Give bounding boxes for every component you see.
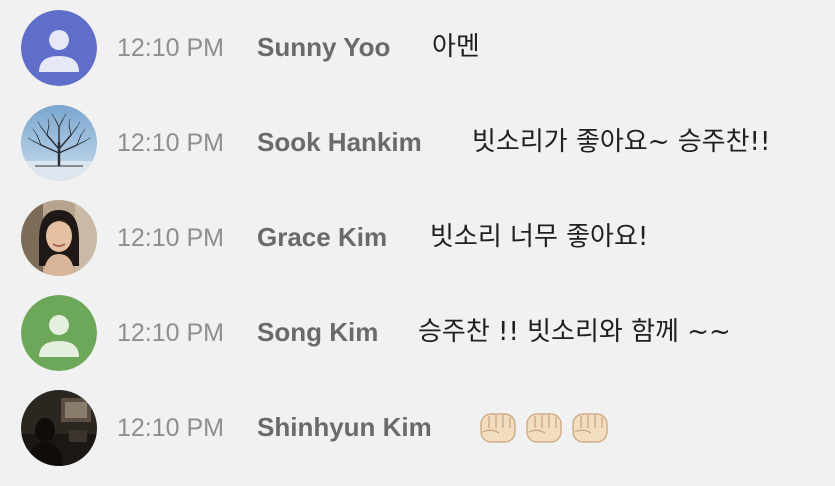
author-name[interactable]: Sook Hankim — [257, 127, 422, 157]
chat-message: 12:10 PM Grace Kim 빗소리 너무 좋아요! — [0, 199, 835, 279]
message-time: 12:10 PM — [117, 34, 225, 62]
fist-emoji — [526, 413, 562, 443]
author-name[interactable]: Grace Kim — [257, 222, 387, 252]
message-text: 빗소리가 좋아요~ 승주찬!! — [472, 127, 771, 157]
message-text: 빗소리 너무 좋아요! — [430, 222, 649, 252]
author-name[interactable]: Song Kim — [257, 317, 378, 347]
dark-room-photo — [21, 390, 97, 466]
message-time: 12:10 PM — [117, 319, 225, 347]
chat-message: 12:10 PM Shinhyun Kim — [0, 389, 835, 469]
fist-emoji — [572, 413, 608, 443]
message-time: 12:10 PM — [117, 224, 225, 252]
author-name[interactable]: Sunny Yoo — [257, 32, 390, 62]
chat-message-list: 12:10 PM Sunny Yoo 아멘 12:10 PM Sook Hank… — [0, 0, 835, 486]
avatar[interactable] — [21, 105, 97, 181]
emoji-group — [477, 408, 611, 446]
chat-message: 12:10 PM Song Kim 승주찬 !! 빗소리와 함께 ~~ — [0, 294, 835, 374]
fist-emoji — [480, 413, 516, 443]
message-text: 승주찬 !! 빗소리와 함께 ~~ — [418, 317, 731, 347]
message-text: 아멘 — [432, 32, 480, 62]
chat-message: 12:10 PM Sunny Yoo 아멘 — [0, 9, 835, 89]
default-person-blue-icon — [21, 10, 97, 86]
chat-message: 12:10 PM Sook Hankim 빗소리가 좋아요~ 승주찬!! — [0, 104, 835, 184]
avatar[interactable] — [21, 10, 97, 86]
avatar[interactable] — [21, 295, 97, 371]
tree-photo — [21, 105, 97, 181]
avatar[interactable] — [21, 390, 97, 466]
woman-photo — [21, 200, 97, 276]
message-time: 12:10 PM — [117, 129, 225, 157]
author-name[interactable]: Shinhyun Kim — [257, 412, 432, 442]
message-time: 12:10 PM — [117, 414, 225, 442]
avatar[interactable] — [21, 200, 97, 276]
default-person-green-icon — [21, 295, 97, 371]
